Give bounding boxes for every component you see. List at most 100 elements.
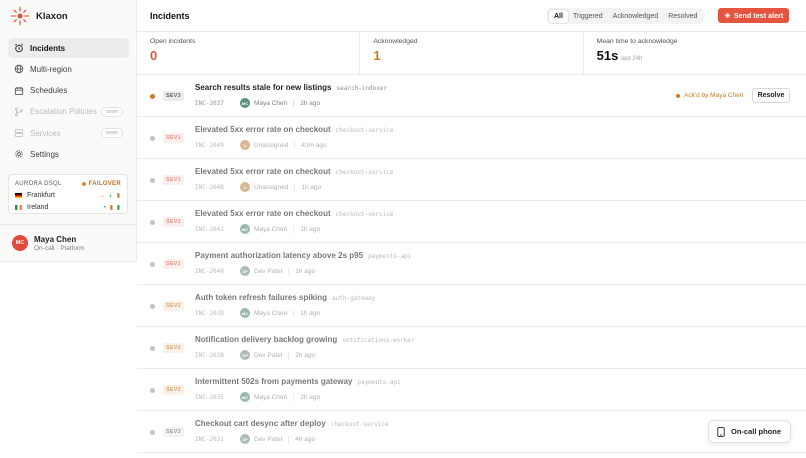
- incident-title[interactable]: Checkout cart desync after deploy checkou…: [195, 419, 389, 428]
- incident-meta: INC-2041 MC Maya Chen 1h ago: [195, 224, 320, 234]
- incident-id: INC-2039: [195, 309, 224, 317]
- severity-badge: SEV2: [163, 385, 184, 395]
- service-name: checkout-service: [335, 211, 394, 218]
- avatar: MC: [240, 98, 250, 108]
- status-dot-icon: [81, 182, 86, 186]
- sidebar-item-multi-region[interactable]: Multi-region: [8, 59, 129, 79]
- sidebar-item-settings[interactable]: Settings: [8, 144, 129, 164]
- sidebar-item-label: Multi-region: [30, 64, 72, 74]
- avatar: DP: [240, 434, 250, 444]
- database-status-card[interactable]: AURORA DSQL FAILOVER Frankfurt → ⇣ ▮ Ire…: [8, 174, 128, 214]
- divider: [288, 435, 290, 443]
- divider: [288, 351, 290, 359]
- incident-meta: INC-2037 MC Maya Chen 2h ago: [195, 98, 320, 108]
- sidebar-item-services: Services soon: [8, 123, 129, 143]
- status-filter-tabs: All Triggered Acknowledged Resolved: [547, 8, 705, 24]
- divider: [294, 141, 296, 149]
- incident-row[interactable]: SEV1 Elevated 5xx error rate on checkout c…: [137, 201, 806, 243]
- filter-acknowledged[interactable]: Acknowledged: [608, 10, 664, 23]
- brand[interactable]: Klaxon: [10, 6, 68, 26]
- avatar: DP: [240, 350, 250, 360]
- status-dot-icon: [676, 93, 680, 98]
- status-dot-icon: [150, 346, 155, 351]
- soon-badge: soon: [101, 106, 123, 117]
- calendar-icon: [14, 86, 24, 96]
- filter-triggered[interactable]: Triggered: [568, 10, 608, 23]
- status-dot-icon: [150, 220, 155, 225]
- incident-row[interactable]: SEV2 Auth token refresh failures spiking a…: [137, 285, 806, 327]
- phone-icon: [717, 426, 725, 437]
- severity-badge: SEV1: [163, 259, 184, 269]
- stat-value: 1: [373, 48, 381, 63]
- germany-flag-icon: [15, 193, 22, 198]
- incident-time: 2h ago: [300, 99, 321, 107]
- incident-title[interactable]: Payment authorization latency above 2s p…: [195, 251, 411, 260]
- divider: [294, 183, 296, 191]
- filter-resolved[interactable]: Resolved: [663, 10, 702, 23]
- incident-time: 2h ago: [300, 393, 321, 401]
- incident-id: INC-2037: [195, 99, 224, 107]
- alarm-icon: [14, 43, 24, 53]
- assignee: Unassigned: [254, 183, 289, 191]
- incident-id: INC-2048: [195, 183, 224, 191]
- incident-title[interactable]: Elevated 5xx error rate on checkout check…: [195, 209, 393, 218]
- divider: [293, 393, 295, 401]
- on-call-phone-button[interactable]: On-call phone: [708, 420, 791, 443]
- status-dot-icon: [150, 304, 155, 309]
- incident-id: INC-2031: [195, 435, 224, 443]
- current-user[interactable]: MC Maya Chen On-call · Platform: [0, 224, 136, 261]
- sidebar-nav: Incidents Multi-region Schedules Escalat…: [8, 38, 129, 166]
- page-header: Incidents: [137, 0, 806, 32]
- incident-title[interactable]: Elevated 5xx error rate on checkout check…: [195, 125, 393, 134]
- incident-time: 4h ago: [295, 435, 316, 443]
- status-dot-icon: [150, 430, 155, 435]
- incident-time: 2h ago: [295, 351, 316, 359]
- incident-meta: INC-2039 MC Maya Chen 1h ago: [195, 308, 320, 318]
- incident-row[interactable]: SEV3 Search results stale for new listing…: [137, 75, 806, 117]
- incident-time: 1h ago: [300, 225, 321, 233]
- incident-title[interactable]: Search results stale for new listings sea…: [195, 83, 387, 92]
- incident-row[interactable]: SEV1 Elevated 5xx error rate on checkout c…: [137, 117, 806, 159]
- incident-title[interactable]: Elevated 5xx error rate on checkout check…: [195, 167, 393, 176]
- incident-id: INC-2041: [195, 225, 224, 233]
- send-test-alert-button[interactable]: Send test alert: [718, 8, 789, 23]
- severity-badge: SEV3: [163, 91, 184, 101]
- sidebar: Klaxon Incidents Multi-region Schedules …: [0, 0, 137, 262]
- sidebar-item-label: Incidents: [30, 43, 66, 53]
- stat-sub: last 24h: [621, 56, 643, 62]
- user-role: On-call · Platform: [34, 244, 85, 252]
- incident-meta: INC-2040 DP Dev Patel 1h ago: [195, 266, 315, 276]
- avatar: MC: [240, 308, 250, 318]
- incident-row[interactable]: SEV2 Notification delivery backlog growin…: [137, 327, 806, 369]
- assignee: Dev Patel: [254, 435, 283, 443]
- resolve-button[interactable]: Resolve: [752, 88, 790, 103]
- incident-title[interactable]: Auth token refresh failures spiking auth-…: [195, 293, 375, 302]
- filter-all[interactable]: All: [549, 9, 568, 23]
- divider: [288, 267, 290, 275]
- incident-id: INC-2035: [195, 393, 224, 401]
- severity-badge: SEV1: [163, 133, 184, 143]
- incident-row[interactable]: SEV2 Intermittent 502s from payments gate…: [137, 369, 806, 411]
- sidebar-item-label: Schedules: [30, 86, 68, 96]
- incident-row[interactable]: SEV1 Elevated 5xx error rate on checkout c…: [137, 159, 806, 201]
- incident-time: 1h ago: [295, 267, 316, 275]
- avatar: MC: [240, 392, 250, 402]
- incident-meta: INC-2049 U Unassigned 43m ago: [195, 140, 327, 150]
- region-status-icon: • ▮ ▮: [103, 205, 121, 211]
- status-dot-icon: [150, 136, 155, 141]
- assignee: Dev Patel: [254, 267, 283, 275]
- incident-title[interactable]: Intermittent 502s from payments gateway p…: [195, 377, 401, 386]
- incident-row[interactable]: SEV3 Checkout cart desync after deploy che…: [137, 411, 806, 453]
- incident-title[interactable]: Notification delivery backlog growing not…: [195, 335, 415, 344]
- service-name: search-indexer: [336, 85, 388, 92]
- incident-time: 1h ago: [300, 309, 321, 317]
- incident-row[interactable]: SEV1 Payment authorization latency above …: [137, 243, 806, 285]
- sidebar-item-incidents[interactable]: Incidents: [8, 38, 129, 58]
- region-frankfurt: Frankfurt → ⇣ ▮: [15, 190, 121, 201]
- sidebar-item-schedules[interactable]: Schedules: [8, 81, 129, 101]
- incident-id: INC-2038: [195, 351, 224, 359]
- acknowledged-status: Ack'd by Maya Chen: [676, 92, 743, 99]
- divider: [293, 99, 295, 107]
- incident-id: INC-2049: [195, 141, 224, 149]
- status-dot-icon: [150, 94, 155, 99]
